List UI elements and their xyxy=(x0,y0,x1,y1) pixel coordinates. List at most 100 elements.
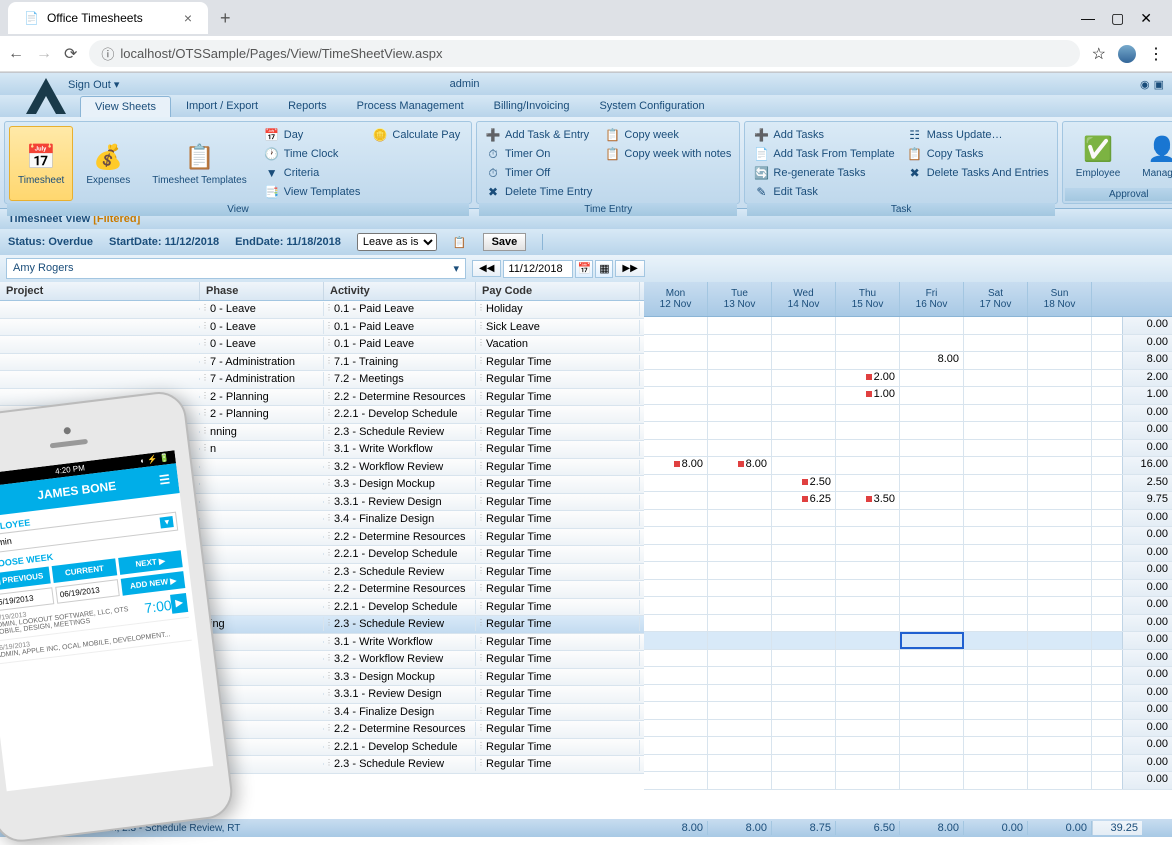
time-cell[interactable] xyxy=(964,580,1028,597)
time-cell[interactable] xyxy=(708,440,772,457)
day-header-cell[interactable]: Tue13 Nov xyxy=(708,282,772,316)
menu-tab-process-management[interactable]: Process Management xyxy=(342,95,479,117)
time-cell[interactable] xyxy=(708,492,772,509)
save-button[interactable]: Save xyxy=(483,233,527,251)
time-cell[interactable] xyxy=(964,562,1028,579)
time-cell[interactable] xyxy=(772,720,836,737)
time-cell[interactable] xyxy=(1028,632,1092,649)
time-cell[interactable] xyxy=(1028,510,1092,527)
time-cell[interactable] xyxy=(708,475,772,492)
table-row[interactable]: 2.2.1 - Develop ScheduleRegular Time xyxy=(0,546,644,564)
time-cell[interactable] xyxy=(708,755,772,772)
day-header-cell[interactable]: Wed14 Nov xyxy=(772,282,836,316)
time-cell[interactable] xyxy=(900,615,964,632)
time-cell[interactable] xyxy=(836,737,900,754)
table-row[interactable]: 0 - Leave0.1 - Paid LeaveHoliday xyxy=(0,301,644,319)
time-cell[interactable] xyxy=(708,737,772,754)
table-row[interactable]: 3.3 - Design MockupRegular Time xyxy=(0,669,644,687)
time-cell[interactable] xyxy=(964,475,1028,492)
time-cell[interactable] xyxy=(772,580,836,597)
menu-tab-import-export[interactable]: Import / Export xyxy=(171,95,273,117)
time-cell[interactable] xyxy=(836,720,900,737)
time-cell[interactable] xyxy=(836,632,900,649)
time-cell[interactable] xyxy=(1028,422,1092,439)
prev-week-button[interactable]: ◀◀ xyxy=(472,260,501,277)
time-cell[interactable] xyxy=(964,615,1028,632)
time-cell[interactable] xyxy=(772,405,836,422)
time-cell[interactable] xyxy=(964,667,1028,684)
time-cell[interactable] xyxy=(836,510,900,527)
table-row[interactable]: 0 - Leave0.1 - Paid LeaveVacation xyxy=(0,336,644,354)
time-cell[interactable] xyxy=(708,615,772,632)
new-tab-button[interactable]: + xyxy=(208,8,243,29)
copy-week-notes-button[interactable]: 📋Copy week with notes xyxy=(600,145,735,163)
time-cell[interactable] xyxy=(900,440,964,457)
time-cell[interactable] xyxy=(900,702,964,719)
time-cell[interactable] xyxy=(708,702,772,719)
day-header-cell[interactable]: Sat17 Nov xyxy=(964,282,1028,316)
time-cell[interactable] xyxy=(900,457,964,474)
time-cell[interactable] xyxy=(836,475,900,492)
table-row[interactable]: n3.1 - Write WorkflowRegular Time xyxy=(0,441,644,459)
time-cell[interactable] xyxy=(772,737,836,754)
time-cell[interactable] xyxy=(836,667,900,684)
browser-tab[interactable]: 📄 Office Timesheets × xyxy=(8,2,208,34)
edit-task-button[interactable]: ✎Edit Task xyxy=(749,183,898,201)
help-icon[interactable]: ◉ xyxy=(1140,78,1150,91)
time-cell[interactable] xyxy=(1028,317,1092,334)
time-cell[interactable] xyxy=(964,772,1028,789)
time-cell[interactable] xyxy=(1028,702,1092,719)
time-cell[interactable] xyxy=(644,755,708,772)
time-cell[interactable] xyxy=(1028,475,1092,492)
time-cell[interactable] xyxy=(772,650,836,667)
time-cell[interactable] xyxy=(1028,720,1092,737)
time-cell[interactable] xyxy=(1028,335,1092,352)
close-window-icon[interactable]: ✕ xyxy=(1140,10,1152,27)
time-cell[interactable] xyxy=(644,545,708,562)
time-cell[interactable] xyxy=(644,737,708,754)
time-cell[interactable] xyxy=(836,405,900,422)
table-row[interactable]: 7 - Administration7.2 - MeetingsRegular … xyxy=(0,371,644,389)
timesheet-templates-button[interactable]: 📋 Timesheet Templates xyxy=(143,126,256,201)
time-cell[interactable] xyxy=(836,755,900,772)
time-cell[interactable] xyxy=(708,580,772,597)
copy-tasks-button[interactable]: 📋Copy Tasks xyxy=(903,145,1053,163)
leave-select[interactable]: Leave as is xyxy=(357,233,437,251)
menu-tab-view-sheets[interactable]: View Sheets xyxy=(80,96,171,117)
time-cell[interactable] xyxy=(900,422,964,439)
time-cell[interactable] xyxy=(900,755,964,772)
time-cell[interactable] xyxy=(772,545,836,562)
time-cell[interactable] xyxy=(772,422,836,439)
table-row[interactable]: 2.3 - Schedule ReviewRegular Time xyxy=(0,756,644,774)
star-icon[interactable]: ☆ xyxy=(1092,44,1106,64)
time-cell[interactable] xyxy=(900,562,964,579)
add-task-template-button[interactable]: 📄Add Task From Template xyxy=(749,145,898,163)
time-cell[interactable] xyxy=(644,422,708,439)
time-cell[interactable] xyxy=(1028,370,1092,387)
time-cell[interactable] xyxy=(1028,580,1092,597)
time-cell[interactable] xyxy=(772,335,836,352)
time-cell[interactable] xyxy=(900,317,964,334)
time-cell[interactable] xyxy=(708,562,772,579)
mass-update-button[interactable]: ☷Mass Update… xyxy=(903,126,1053,144)
time-cell[interactable] xyxy=(644,667,708,684)
employee-dropdown[interactable]: Amy Rogers ▾ xyxy=(6,258,466,279)
time-cell[interactable] xyxy=(964,755,1028,772)
time-cell[interactable] xyxy=(772,317,836,334)
time-cell[interactable] xyxy=(644,632,708,649)
address-bar[interactable]: ⓘ localhost/OTSSample/Pages/View/TimeShe… xyxy=(89,40,1079,67)
calendar-range-icon[interactable]: ▦ xyxy=(595,260,613,278)
time-cell[interactable] xyxy=(644,580,708,597)
time-cell[interactable] xyxy=(900,510,964,527)
time-cell[interactable] xyxy=(900,650,964,667)
expenses-button[interactable]: 💰 Expenses xyxy=(77,126,139,201)
time-cell[interactable] xyxy=(964,457,1028,474)
time-cell[interactable] xyxy=(708,387,772,404)
time-cell[interactable] xyxy=(964,545,1028,562)
time-cell[interactable] xyxy=(964,317,1028,334)
time-cell[interactable] xyxy=(644,527,708,544)
time-cell[interactable] xyxy=(772,457,836,474)
time-cell[interactable] xyxy=(644,405,708,422)
table-row[interactable]: ing2.3 - Schedule ReviewRegular Time xyxy=(0,616,644,634)
time-cell[interactable] xyxy=(644,317,708,334)
